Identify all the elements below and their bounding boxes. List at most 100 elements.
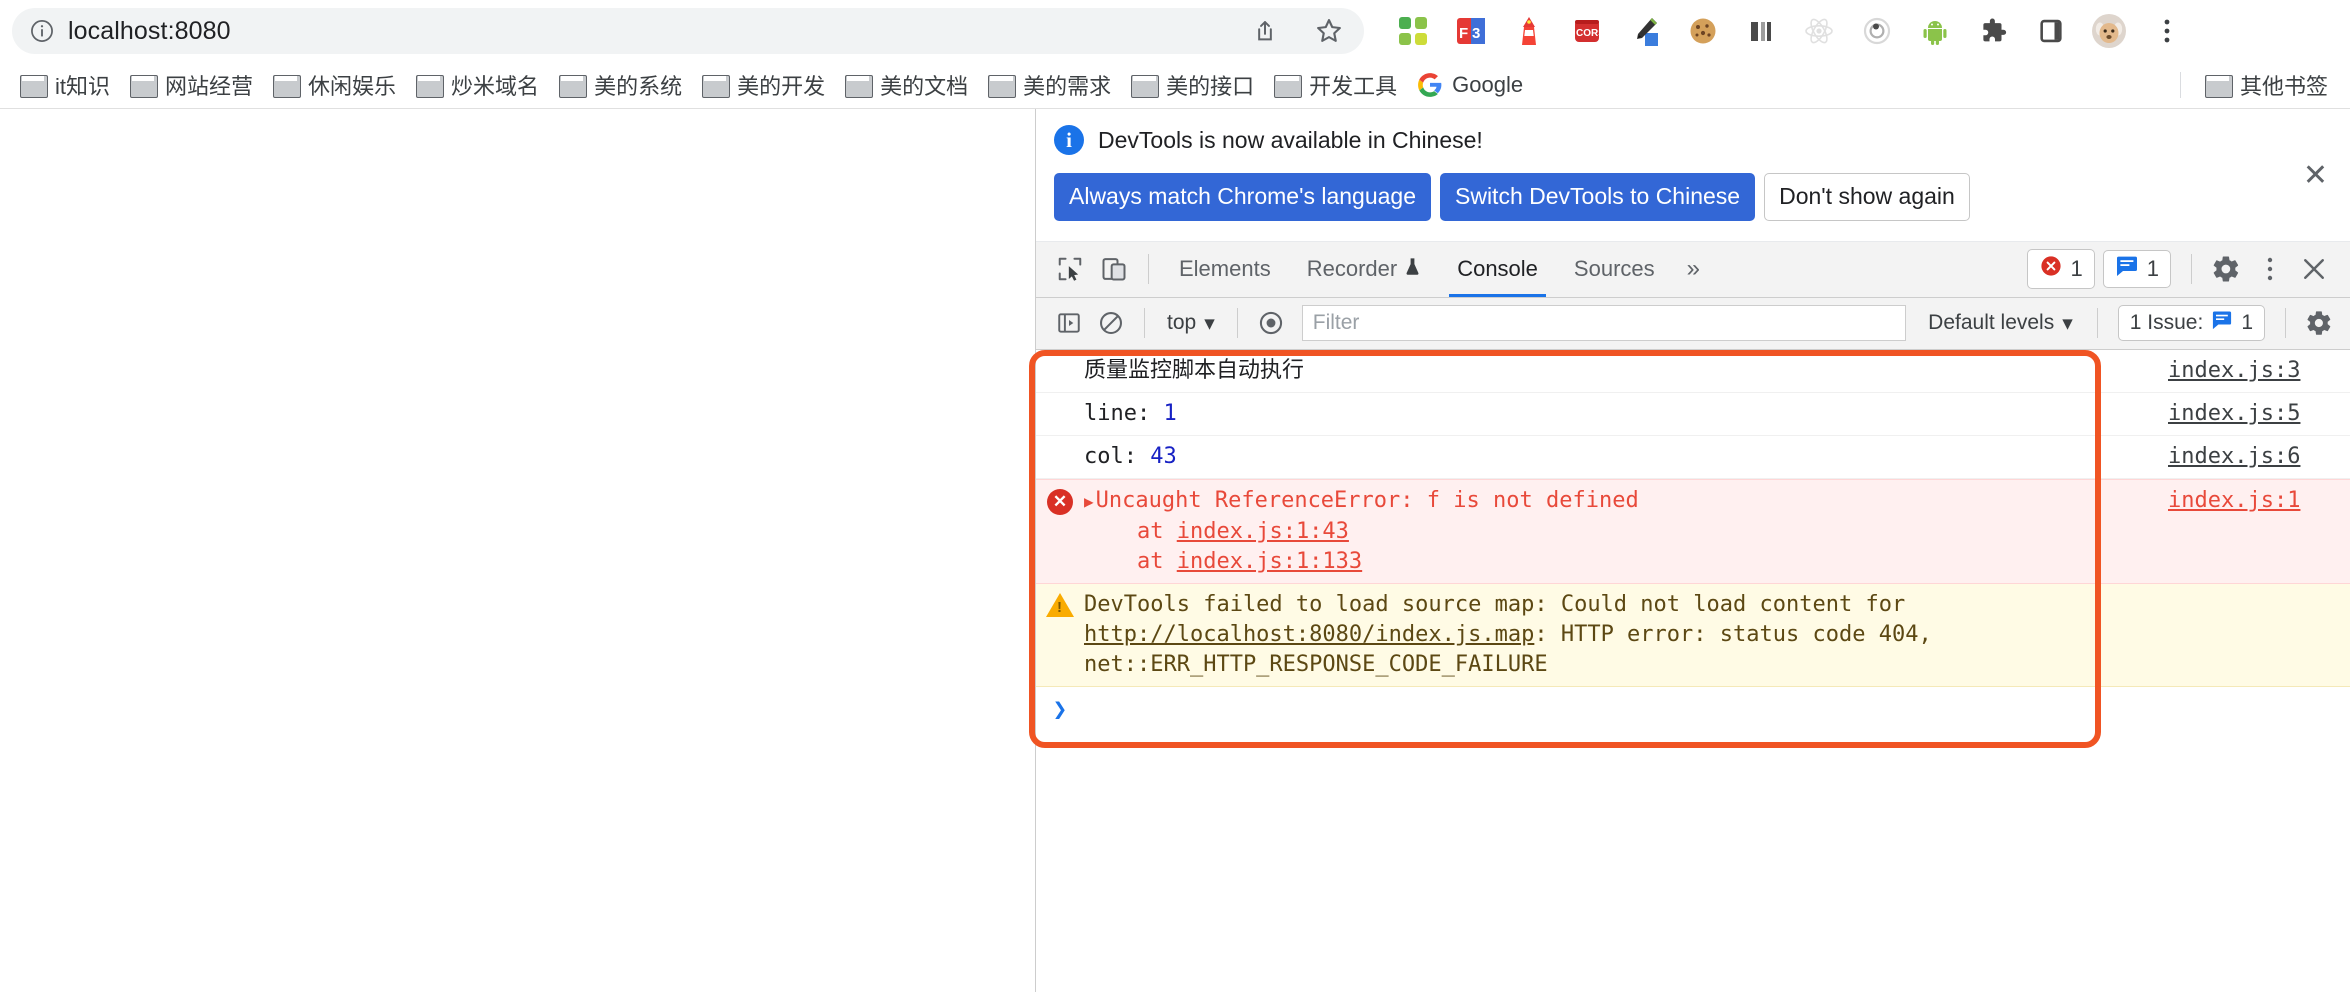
stack-frame-link[interactable]: index.js:1:133 xyxy=(1177,549,1362,574)
execution-context-value: top xyxy=(1167,311,1197,335)
log-source-link[interactable]: index.js:6 xyxy=(2150,442,2350,472)
lighthouse-extension-icon[interactable] xyxy=(1500,8,1558,54)
switch-devtools-to-chinese-button[interactable]: Switch DevTools to Chinese xyxy=(1440,173,1756,221)
live-expressions-eye-icon[interactable] xyxy=(1250,302,1292,344)
bookmark-dev-tools[interactable]: 开发工具 xyxy=(1264,65,1407,105)
console-message-list[interactable]: 质量监控脚本自动执行 index.js:3 line: 1 index.js:5… xyxy=(1029,349,2350,992)
stack-at-label: at xyxy=(1136,518,1177,544)
inspect-element-icon[interactable] xyxy=(1048,247,1092,291)
dont-show-again-button[interactable]: Don't show again xyxy=(1764,173,1970,221)
banner-message-text: DevTools is now available in Chinese! xyxy=(1098,126,1483,153)
stack-frame-link[interactable]: index.js:1:43 xyxy=(1177,519,1349,544)
star-icon[interactable] xyxy=(1312,14,1346,48)
console-filter-input[interactable]: Filter xyxy=(1301,305,1907,342)
console-settings-gear-icon[interactable] xyxy=(2298,302,2340,344)
always-match-chrome-language-button[interactable]: Always match Chrome's language xyxy=(1054,173,1431,221)
pinterest-extension-icon[interactable] xyxy=(1384,8,1442,54)
android-extension-icon[interactable] xyxy=(1906,8,1964,54)
other-bookmarks-group: 其他书签 xyxy=(2179,62,2338,108)
console-error-row[interactable]: ✕ ▶Uncaught ReferenceError: f is not def… xyxy=(1036,478,2350,584)
console-toolbar-divider-2 xyxy=(1236,308,1238,339)
console-input-prompt[interactable]: ❯ xyxy=(1036,687,2350,733)
tab-console[interactable]: Console xyxy=(1439,242,1556,297)
error-count-chip[interactable]: 1 xyxy=(2026,249,2095,290)
tabstrip-divider-right xyxy=(2191,254,2192,285)
flask-icon xyxy=(1404,256,1421,282)
bookmark-leisure-entertainment[interactable]: 休闲娱乐 xyxy=(263,65,406,105)
split-view-extension-icon[interactable] xyxy=(1732,8,1790,54)
log-source-link[interactable]: index.js:5 xyxy=(2150,399,2350,429)
other-bookmarks-label: 其他书签 xyxy=(2239,74,2328,99)
chrome-menu-icon[interactable] xyxy=(2138,8,2196,54)
bookmarks-bar: it知识 网站经营 休闲娱乐 炒米域名 美的系统 美的开发 美的文档 美的需求 xyxy=(0,62,2350,108)
prompt-chevron-icon: ❯ xyxy=(1052,694,1068,723)
bookmark-label: 美的文档 xyxy=(880,74,969,99)
address-bar[interactable]: localhost:8080 xyxy=(12,8,1364,54)
device-toolbar-icon[interactable] xyxy=(1092,247,1136,291)
error-message-text: ▶Uncaught ReferenceError: f is not defin… xyxy=(1084,486,2150,577)
log-gutter xyxy=(1036,356,1084,359)
bookmark-midea-system[interactable]: 美的系统 xyxy=(549,65,692,105)
console-log-row[interactable]: 质量监控脚本自动执行 index.js:3 xyxy=(1036,350,2350,393)
filter-placeholder: Filter xyxy=(1312,311,1360,335)
more-tabs-icon[interactable]: » xyxy=(1673,255,1714,283)
banner-close-icon[interactable]: ✕ xyxy=(2303,161,2328,191)
devtools-panel: i DevTools is now available in Chinese! … xyxy=(1029,109,2350,992)
log-source-link[interactable]: index.js:3 xyxy=(2150,356,2350,386)
bookmark-midea-dev[interactable]: 美的开发 xyxy=(692,65,835,105)
eyedropper-extension-icon[interactable] xyxy=(1616,8,1674,54)
warning-source-map-link[interactable]: http://localhost:8080/index.js.map xyxy=(1084,622,1534,647)
expand-triangle-icon[interactable]: ▶ xyxy=(1084,487,1094,517)
message-bubble-icon xyxy=(2115,255,2139,283)
console-log-row[interactable]: col: 43 index.js:6 xyxy=(1036,436,2350,479)
bookmark-midea-docs[interactable]: 美的文档 xyxy=(835,65,978,105)
tabstrip-divider xyxy=(1148,254,1149,285)
address-bar-url[interactable]: localhost:8080 xyxy=(68,17,1348,46)
profile-avatar-icon[interactable] xyxy=(2080,8,2138,54)
folder-icon xyxy=(988,74,1017,98)
tab-sources[interactable]: Sources xyxy=(1556,242,1673,297)
console-log-row[interactable]: line: 1 index.js:5 xyxy=(1036,393,2350,436)
log-value: 43 xyxy=(1150,443,1177,469)
error-source-link[interactable]: index.js:1 xyxy=(2150,486,2350,516)
stack-at-label: at xyxy=(1136,548,1177,574)
info-circle-icon[interactable] xyxy=(28,17,56,45)
react-devtools-extension-icon[interactable] xyxy=(1790,8,1848,54)
feedly-extension-icon[interactable]: F 3 xyxy=(1442,8,1500,54)
message-count: 1 xyxy=(2146,256,2159,282)
bookmark-midea-requirements[interactable]: 美的需求 xyxy=(978,65,1121,105)
error-count: 1 xyxy=(2070,256,2083,282)
message-count-chip[interactable]: 1 xyxy=(2102,250,2171,289)
side-panel-icon[interactable] xyxy=(2022,8,2080,54)
bookmark-it-knowledge[interactable]: it知识 xyxy=(10,65,120,105)
console-toolbar-divider xyxy=(1144,308,1145,339)
tab-label: Console xyxy=(1457,256,1538,282)
share-icon[interactable] xyxy=(1248,14,1282,48)
tab-label: Sources xyxy=(1573,256,1655,282)
vue-devtools-extension-icon[interactable] xyxy=(1848,8,1906,54)
issues-button[interactable]: 1 Issue: 1 xyxy=(2117,305,2265,342)
bookmark-label: it知识 xyxy=(55,74,111,99)
folder-icon xyxy=(2204,74,2233,98)
cors-unblock-extension-icon[interactable]: CORS xyxy=(1558,8,1616,54)
console-sidebar-toggle-icon[interactable] xyxy=(1048,302,1090,344)
devtools-menu-icon[interactable] xyxy=(2248,247,2292,291)
tab-elements[interactable]: Elements xyxy=(1161,242,1289,297)
cookie-editor-extension-icon[interactable] xyxy=(1674,8,1732,54)
bookmark-other-bookmarks[interactable]: 其他书签 xyxy=(2195,65,2338,105)
extension-icons: F 3 CORS xyxy=(1384,8,2196,54)
bookmark-domain-trading[interactable]: 炒米域名 xyxy=(406,65,549,105)
log-levels-dropdown[interactable]: Default levels ▾ xyxy=(1916,311,2085,336)
close-devtools-icon[interactable] xyxy=(2292,247,2336,291)
clear-console-icon[interactable] xyxy=(1090,302,1132,344)
bookmark-midea-api[interactable]: 美的接口 xyxy=(1121,65,1264,105)
settings-gear-icon[interactable] xyxy=(2204,247,2248,291)
bookmark-website-operation[interactable]: 网站经营 xyxy=(120,65,263,105)
bookmark-google[interactable]: Google xyxy=(1407,68,1533,102)
extensions-puzzle-icon[interactable] xyxy=(1964,8,2022,54)
bookmark-label: 美的接口 xyxy=(1166,74,1255,99)
execution-context-dropdown[interactable]: top ▾ xyxy=(1157,311,1225,336)
error-title: Uncaught ReferenceError: f is not define… xyxy=(1095,487,1639,513)
console-warning-row[interactable]: DevTools failed to load source map: Coul… xyxy=(1036,583,2350,687)
tab-recorder[interactable]: Recorder xyxy=(1289,242,1439,297)
